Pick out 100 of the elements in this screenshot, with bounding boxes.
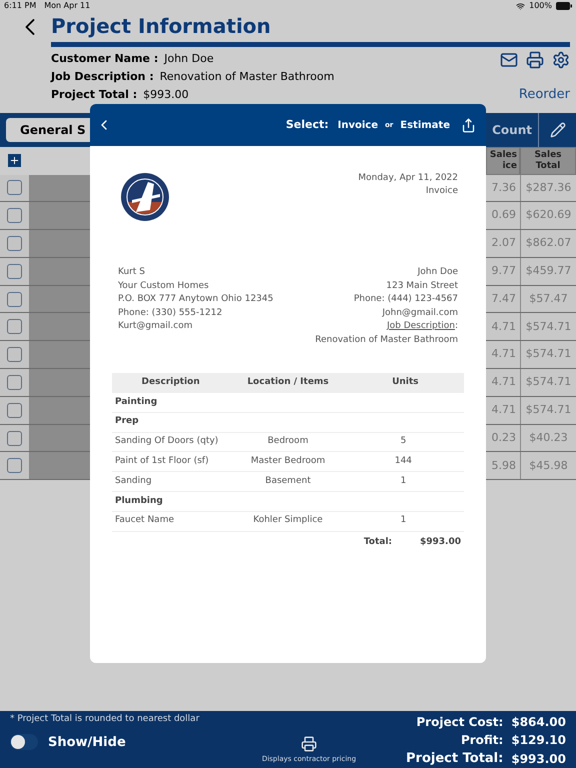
- field-value: $993.00: [143, 87, 189, 103]
- total-label: Project Total:: [406, 750, 504, 768]
- contractor-info: Phone: (330) 555-1212: [118, 306, 224, 320]
- column-header: Sales ice: [486, 146, 520, 174]
- table-cell-text: Paint of 1st Floor (sf): [115, 455, 210, 468]
- settings-icon[interactable]: [552, 51, 570, 69]
- table-cell: $574.71: [520, 369, 576, 396]
- table-cell-text: Basement: [264, 474, 312, 488]
- total-value: $993.00: [420, 536, 461, 549]
- table-cell: 2.07: [486, 230, 520, 257]
- total-label: Total:: [364, 536, 392, 549]
- customer-info: 123 Main Street: [386, 280, 458, 292]
- table-cell: $45.98: [520, 452, 576, 480]
- mail-icon[interactable]: [500, 51, 518, 69]
- field-label: Job Description :: [51, 69, 154, 85]
- field-label: Project Total :: [51, 87, 138, 103]
- table-cell: $620.69: [520, 202, 576, 230]
- column-header: Units: [391, 376, 420, 390]
- checkbox[interactable]: [7, 208, 22, 224]
- table-cell-text: Kohler Simplice: [252, 514, 324, 528]
- total-value: $129.10: [511, 732, 566, 750]
- contractor-info: P.O. BOX 777 Anytown Ohio 12345: [118, 293, 274, 306]
- select-label: Select:: [286, 116, 329, 133]
- table-cell-text: 144: [394, 455, 413, 468]
- table-cell-text: Bedroom: [266, 435, 310, 448]
- checkbox[interactable]: [7, 402, 22, 418]
- field-value: Renovation of Master Bathroom: [160, 69, 334, 85]
- pencil-icon: [550, 122, 566, 138]
- print-icon[interactable]: [300, 736, 317, 752]
- total-label: Profit:: [460, 732, 504, 750]
- table-cell: 4.71: [486, 313, 520, 340]
- battery-percent: 100%: [529, 0, 552, 12]
- table-cell: 5.98: [486, 452, 520, 480]
- toggle-switch[interactable]: [10, 734, 38, 750]
- table-cell-text: Master Bedroom: [250, 455, 326, 468]
- table-cell: 9.77: [486, 258, 520, 285]
- column-header: Description: [140, 376, 201, 390]
- checkbox[interactable]: [7, 430, 22, 446]
- checkbox[interactable]: [7, 374, 22, 390]
- table-cell-text: Faucet Name: [115, 514, 175, 528]
- footnote: * Project Total is rounded to nearest dollar: [10, 713, 200, 726]
- table-cell: $40.23: [520, 424, 576, 452]
- table-cell: 0.69: [486, 202, 520, 230]
- contractor-info: Kurt S: [118, 266, 146, 279]
- battery-icon: [556, 2, 572, 10]
- status-date: Mon Apr 11: [44, 0, 90, 12]
- reorder-link[interactable]: Reorder: [518, 85, 570, 104]
- group-heading: Prep: [115, 415, 139, 428]
- field-value: John Doe: [164, 51, 214, 67]
- share-icon[interactable]: [461, 118, 476, 132]
- checkbox[interactable]: [7, 347, 22, 362]
- table-cell: 0.23: [486, 424, 520, 452]
- table-cell-text: Sanding Of Doors (qty): [115, 435, 220, 448]
- table-cell: 4.71: [486, 396, 520, 424]
- checkbox[interactable]: [7, 236, 22, 251]
- table-cell-text: Sanding: [115, 474, 153, 488]
- checkbox[interactable]: [7, 319, 22, 334]
- total-value: $864.00: [511, 714, 566, 732]
- checkbox[interactable]: [7, 292, 22, 307]
- toggle-label: Show/Hide: [48, 734, 126, 752]
- checkbox[interactable]: [7, 264, 22, 279]
- page-title: Project Information: [51, 13, 271, 40]
- column-header: Sales Total: [520, 146, 576, 174]
- group-heading: Plumbing: [115, 494, 163, 508]
- table-cell: 4.71: [486, 369, 520, 396]
- table-cell: $287.36: [520, 174, 576, 202]
- table-cell: $459.77: [520, 258, 576, 285]
- table-cell: $574.71: [520, 313, 576, 340]
- add-button[interactable]: [8, 154, 21, 167]
- total-label: Project Cost:: [415, 714, 504, 732]
- tab[interactable]: Count: [492, 118, 532, 142]
- customer-info: John Doe: [418, 266, 458, 279]
- table-cell: $574.71: [520, 341, 576, 368]
- print-icon[interactable]: [526, 51, 544, 69]
- option-link[interactable]: Estimate: [400, 118, 450, 132]
- table-cell: $57.47: [520, 286, 576, 312]
- status-time: 6:11 PM: [4, 0, 36, 12]
- customer-info: Renovation of Master Bathroom: [315, 334, 458, 346]
- table-cell: 7.36: [486, 174, 520, 202]
- table-cell-text: 1: [399, 474, 408, 488]
- customer-info: John@gmail.com: [382, 306, 458, 320]
- table-cell: 7.47: [486, 286, 520, 312]
- table-cell: 4.71: [486, 341, 520, 368]
- wifi-icon: [516, 2, 526, 10]
- table-cell-text: 5: [399, 435, 408, 448]
- contractor-info: Your Custom Homes: [118, 280, 210, 292]
- customer-info: Phone: (444) 123-4567: [354, 293, 458, 306]
- checkbox[interactable]: [7, 458, 22, 474]
- total-value: $993.00: [511, 750, 566, 768]
- option-link[interactable]: Invoice: [338, 118, 378, 132]
- colon-text: :: [454, 320, 458, 333]
- checkbox[interactable]: [7, 180, 22, 196]
- field-label: Customer Name :: [51, 51, 158, 67]
- company-logo: [120, 172, 170, 222]
- table-cell: $862.07: [520, 230, 576, 257]
- job-description-label: Job Description: [386, 320, 455, 333]
- invoice-date: Monday, Apr 11, 2022: [358, 172, 458, 185]
- table-cell-text: 1: [399, 514, 408, 528]
- group-heading: Painting: [115, 396, 158, 409]
- column-header: Location / Items: [246, 376, 330, 390]
